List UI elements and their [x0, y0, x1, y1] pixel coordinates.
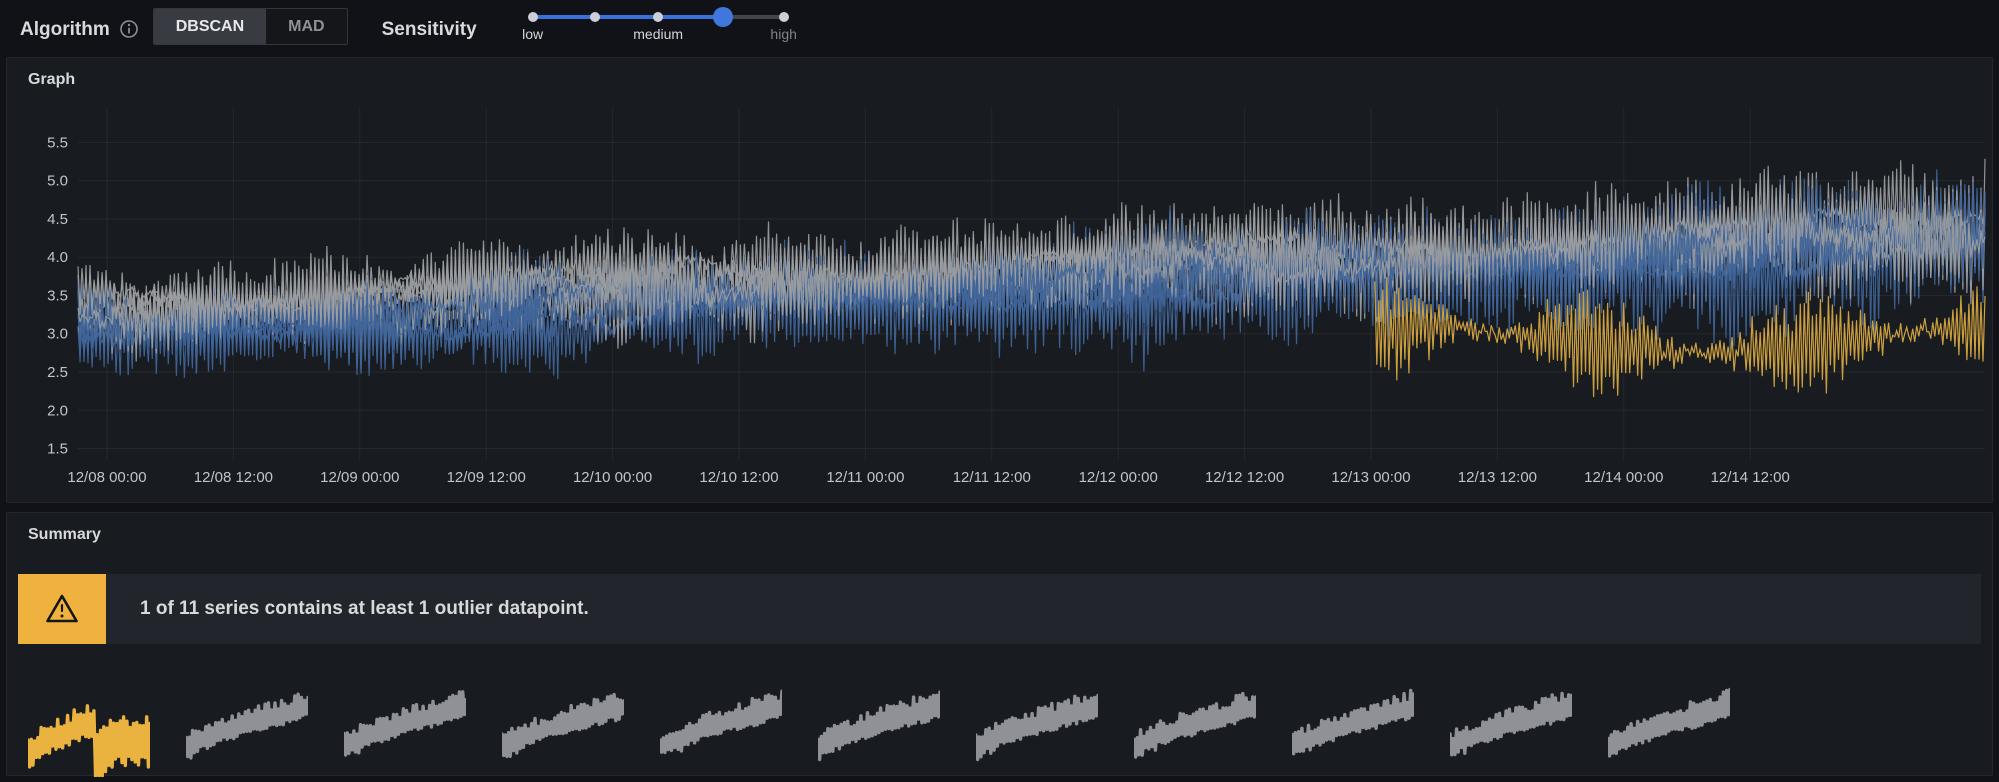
x-axis-tick-label: 12/11 12:00 [953, 469, 1031, 486]
sparkline-path [660, 691, 782, 752]
x-axis-tick-label: 12/13 12:00 [1458, 469, 1537, 486]
x-axis-tick-label: 12/13 00:00 [1331, 469, 1410, 486]
x-axis-tick-label: 12/08 00:00 [67, 469, 146, 486]
sparkline-path [344, 692, 466, 755]
sparkline-series-3[interactable] [344, 685, 466, 765]
sparkline-path [186, 694, 308, 758]
sparkline-series-9[interactable] [1292, 685, 1414, 765]
x-axis-tick-label: 12/12 00:00 [1079, 469, 1158, 486]
outlier-alert-banner: 1 of 11 series contains at least 1 outli… [18, 574, 1981, 644]
y-axis-tick-label: 4.5 [47, 211, 68, 228]
algorithm-segmented-control: DBSCAN MAD [153, 8, 348, 45]
sparkline-series-11[interactable] [1608, 685, 1730, 765]
y-axis-tick-label: 5.5 [47, 134, 68, 151]
algorithm-option-mad[interactable]: MAD [266, 9, 346, 44]
sparkline-series-4[interactable] [502, 685, 624, 765]
summary-panel-title: Summary [28, 526, 101, 544]
sparkline-path [1292, 691, 1414, 754]
slider-label-medium: medium [633, 26, 683, 42]
sparkline-path [818, 692, 940, 759]
x-axis-tick-label: 12/11 00:00 [826, 469, 904, 486]
sparkline-series-10[interactable] [1450, 685, 1572, 765]
sparkline-series-6[interactable] [818, 685, 940, 765]
x-axis-tick-label: 12/10 00:00 [573, 469, 652, 486]
sparkline-path [1450, 694, 1572, 755]
x-axis-tick-label: 12/14 12:00 [1711, 469, 1790, 486]
x-axis-tick-label: 12/12 12:00 [1205, 469, 1284, 486]
y-axis-tick-label: 1.5 [47, 441, 68, 458]
x-axis-tick-label: 12/14 00:00 [1584, 469, 1663, 486]
sparkline-path [976, 696, 1098, 760]
sparkline-series-8[interactable] [1134, 685, 1256, 765]
y-axis-tick-label: 5.0 [47, 173, 68, 190]
sparkline-path [502, 695, 624, 757]
slider-handle[interactable] [713, 7, 733, 27]
warning-icon-box [18, 574, 106, 644]
y-axis-tick-label: 2.0 [47, 402, 68, 419]
sensitivity-label: Sensitivity [382, 20, 477, 39]
graph-panel: Graph 5.5 5.0 4.5 4.0 3.5 3.0 2.5 2.0 1.5 12/08 0… [6, 57, 1993, 503]
x-axis-tick-label: 12/08 12:00 [194, 469, 273, 486]
slider-label-low: low [522, 26, 543, 42]
sparkline-path [1134, 694, 1256, 757]
sensitivity-slider[interactable]: low medium high [533, 0, 784, 50]
algorithm-option-dbscan[interactable]: DBSCAN [154, 9, 266, 44]
sparkline-path [28, 706, 150, 776]
slider-label-high: high [770, 26, 796, 42]
algorithm-label: Algorithm [20, 20, 110, 39]
warning-triangle-icon [43, 592, 81, 626]
y-axis-tick-label: 3.5 [47, 287, 68, 304]
series-sparkline-row [28, 665, 1730, 777]
graph-panel-title: Graph [28, 71, 75, 89]
outlier-summary-text: 1 of 11 series contains at least 1 outli… [140, 598, 589, 620]
timeseries-chart[interactable]: 5.5 5.0 4.5 4.0 3.5 3.0 2.5 2.0 1.5 12/08 00:00 12… [7, 58, 1992, 502]
slider-detent-low[interactable] [528, 12, 538, 22]
x-axis-tick-label: 12/09 12:00 [447, 469, 526, 486]
toolbar: Algorithm DBSCAN MAD Sensitivity low med… [0, 0, 1999, 57]
x-axis-tick-label: 12/10 12:00 [699, 469, 778, 486]
sparkline-path [1608, 689, 1730, 756]
sparkline-series-7[interactable] [976, 685, 1098, 765]
slider-detent-25[interactable] [590, 12, 600, 22]
y-axis-tick-label: 4.0 [47, 249, 68, 266]
sparkline-outlier-series-1[interactable] [28, 673, 150, 777]
slider-track-filled[interactable] [533, 15, 724, 19]
summary-panel: Summary 1 of 11 series contains at least… [6, 512, 1993, 776]
slider-detent-high[interactable] [779, 12, 789, 22]
sparkline-series-2[interactable] [186, 685, 308, 765]
y-axis-tick-label: 2.5 [47, 364, 68, 381]
x-axis-tick-label: 12/09 00:00 [320, 469, 399, 486]
y-axis-tick-label: 3.0 [47, 326, 68, 343]
slider-detent-medium[interactable] [653, 12, 663, 22]
info-icon[interactable] [119, 19, 139, 39]
sparkline-series-5[interactable] [660, 685, 782, 765]
